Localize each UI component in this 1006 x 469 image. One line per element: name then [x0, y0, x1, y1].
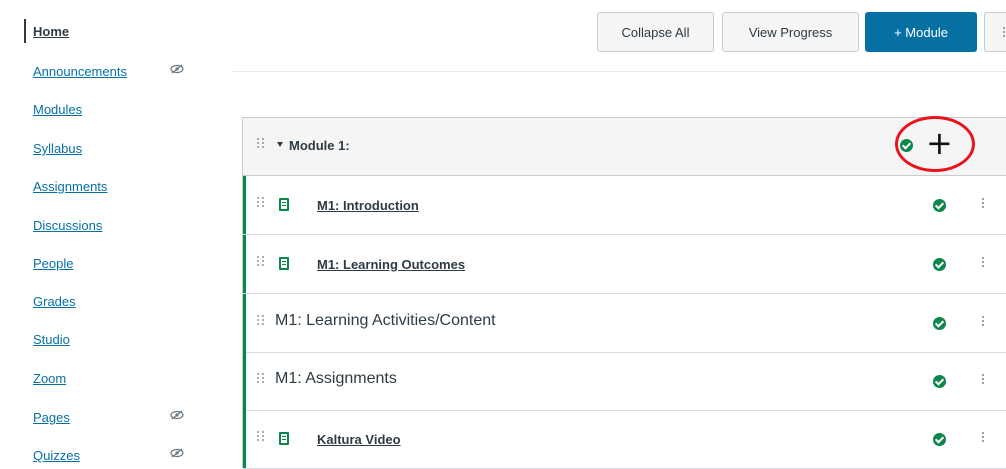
module-subheader: M1: Assignments — [243, 352, 1006, 411]
nav-item-quizzes[interactable]: Quizzes — [33, 448, 80, 463]
drag-handle-icon[interactable] — [257, 138, 265, 148]
nav-item-zoom[interactable]: Zoom — [33, 371, 66, 386]
subheader-title: M1: Learning Activities/Content — [275, 312, 496, 329]
item-link[interactable]: M1: Learning Outcomes — [317, 257, 465, 272]
published-check-icon[interactable] — [933, 317, 946, 330]
eye-slash-icon — [170, 410, 184, 420]
published-bar — [243, 410, 246, 468]
item-link[interactable]: M1: Introduction — [317, 198, 419, 213]
drag-handle-icon[interactable] — [257, 256, 265, 266]
nav-item-home[interactable]: Home — [33, 24, 69, 39]
module-item: M1: Learning Outcomes — [243, 235, 1006, 294]
kebab-icon[interactable] — [982, 257, 984, 267]
module-header[interactable]: Module 1: + — [243, 116, 1006, 176]
more-options-button[interactable] — [984, 12, 1006, 52]
highlight-annotation — [895, 116, 975, 172]
active-indicator — [24, 19, 26, 43]
drag-handle-icon[interactable] — [257, 373, 265, 383]
kebab-icon[interactable] — [982, 432, 984, 442]
published-check-icon[interactable] — [933, 258, 946, 271]
nav-item-pages[interactable]: Pages — [33, 410, 70, 425]
nav-item-announcements[interactable]: Announcements — [33, 64, 127, 79]
published-bar — [243, 176, 246, 234]
item-link[interactable]: Kaltura Video — [317, 432, 401, 447]
published-check-icon[interactable] — [933, 375, 946, 388]
nav-item-people[interactable]: People — [33, 256, 73, 271]
header-divider — [233, 71, 1006, 72]
add-module-button[interactable]: + Module — [865, 12, 977, 52]
module-subheader: M1: Learning Activities/Content — [243, 294, 1006, 353]
page-icon — [279, 257, 289, 270]
collapse-all-button[interactable]: Collapse All — [597, 12, 714, 52]
kebab-icon — [1003, 27, 1005, 37]
nav-item-modules[interactable]: Modules — [33, 102, 82, 117]
module-item: M1: Introduction — [243, 176, 1006, 235]
eye-slash-icon — [170, 64, 184, 74]
kebab-icon[interactable] — [982, 316, 984, 326]
kebab-icon[interactable] — [982, 374, 984, 384]
module-item: Kaltura Video — [243, 410, 1006, 469]
page-icon — [279, 432, 289, 445]
drag-handle-icon[interactable] — [257, 315, 265, 325]
module-title: Module 1: — [289, 138, 350, 153]
collapse-caret-icon[interactable] — [277, 142, 283, 147]
published-bar — [243, 352, 246, 410]
kebab-icon[interactable] — [982, 198, 984, 208]
eye-slash-icon — [170, 448, 184, 458]
published-check-icon[interactable] — [933, 199, 946, 212]
view-progress-button[interactable]: View Progress — [722, 12, 859, 52]
drag-handle-icon[interactable] — [257, 431, 265, 441]
nav-item-assignments[interactable]: Assignments — [33, 179, 107, 194]
drag-handle-icon[interactable] — [257, 197, 265, 207]
page-icon — [279, 198, 289, 211]
published-check-icon[interactable] — [933, 433, 946, 446]
published-bar — [243, 235, 246, 293]
module-panel: Module 1: + M1: Introduction M1: Learnin… — [242, 116, 1006, 469]
nav-item-grades[interactable]: Grades — [33, 294, 76, 309]
nav-item-syllabus[interactable]: Syllabus — [33, 141, 82, 156]
nav-item-studio[interactable]: Studio — [33, 332, 70, 347]
published-bar — [243, 294, 246, 352]
nav-item-discussions[interactable]: Discussions — [33, 218, 102, 233]
subheader-title: M1: Assignments — [275, 370, 397, 387]
